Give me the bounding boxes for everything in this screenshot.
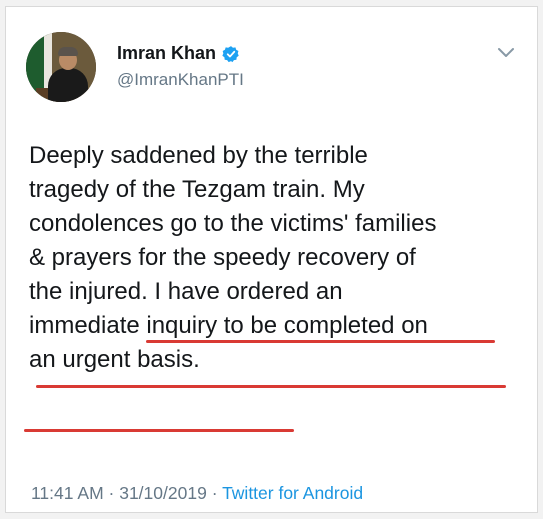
tweet-line: condolences go to the victims' families <box>29 210 437 237</box>
verified-badge-icon <box>222 45 239 62</box>
display-name[interactable]: Imran Khan <box>117 43 216 64</box>
tweet-line: tragedy of the Tezgam train. My <box>29 176 365 203</box>
red-underline-mark <box>36 385 506 388</box>
tweet-metadata: 11:41 AM · 31/10/2019 · Twitter for Andr… <box>31 483 363 504</box>
author-name-row: Imran Khan <box>117 43 240 64</box>
tweet-source-link[interactable]: Twitter for Android <box>222 483 363 503</box>
tweet-line: Deeply saddened by the terrible <box>29 142 368 169</box>
tweet-line: an urgent basis. <box>29 346 200 373</box>
tweet-time[interactable]: 11:41 AM <box>31 483 104 503</box>
tweet-line: the injured. I have ordered an <box>29 278 343 305</box>
red-underline-mark <box>24 429 294 432</box>
red-underline-mark <box>146 340 495 343</box>
meta-separator: · <box>211 483 218 503</box>
avatar[interactable] <box>26 32 96 102</box>
tweet-line: immediate inquiry to be completed on <box>29 312 428 339</box>
meta-separator: · <box>108 483 115 503</box>
chevron-down-icon[interactable] <box>497 47 515 59</box>
tweet-card: Imran Khan @ImranKhanPTI Deeply saddened… <box>5 6 538 513</box>
tweet-date[interactable]: 31/10/2019 <box>119 483 207 503</box>
handle[interactable]: @ImranKhanPTI <box>117 70 244 90</box>
tweet-line: & prayers for the speedy recovery of <box>29 244 416 271</box>
